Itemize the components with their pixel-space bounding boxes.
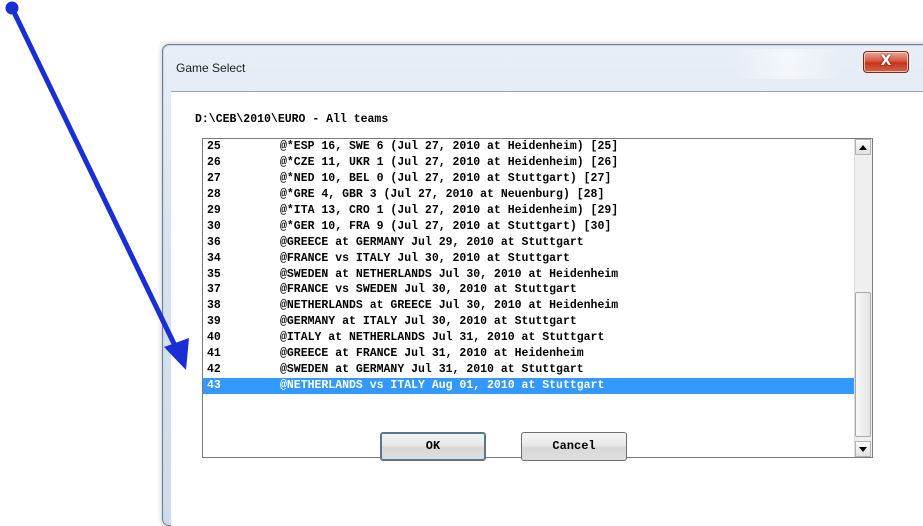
game-description: @*NED 10, BEL 0 (Jul 27, 2010 at Stuttga…: [280, 171, 612, 185]
list-item[interactable]: 39 @GERMANY at ITALY Jul 30, 2010 at Stut…: [203, 314, 855, 330]
game-number: 41: [207, 347, 221, 361]
annotation-arrow-line: [9, 5, 181, 355]
game-number: 28: [207, 187, 221, 201]
list-item[interactable]: 40 @ITALY at NETHERLANDS Jul 31, 2010 at …: [203, 330, 855, 346]
game-description: @*GER 10, FRA 9 (Jul 27, 2010 at Stuttga…: [280, 219, 612, 233]
game-number: 39: [207, 315, 221, 329]
arrow-up-icon: [859, 145, 867, 150]
path-label: D:\CEB\2010\EURO - All teams: [195, 113, 389, 126]
game-number: 37: [207, 283, 221, 297]
list-item[interactable]: 36 @GREECE at GERMANY Jul 29, 2010 at Stu…: [203, 235, 855, 251]
close-button[interactable]: X: [863, 51, 909, 73]
list-item[interactable]: 29 @*ITA 13, CRO 1 (Jul 27, 2010 at Heide…: [203, 203, 855, 219]
game-description: @GERMANY at ITALY Jul 30, 2010 at Stuttg…: [280, 315, 577, 329]
game-number: 25: [207, 140, 221, 153]
arrow-down-icon: [859, 447, 867, 452]
game-description: @*ITA 13, CRO 1 (Jul 27, 2010 at Heidenh…: [280, 203, 619, 217]
game-description: @*CZE 11, UKR 1 (Jul 27, 2010 at Heidenh…: [280, 155, 619, 169]
cancel-button[interactable]: Cancel: [521, 432, 627, 461]
game-description: @GREECE at FRANCE Jul 31, 2010 at Heiden…: [280, 347, 584, 361]
scroll-up-button[interactable]: [855, 139, 871, 155]
game-list: 25 @*ESP 16, SWE 6 (Jul 27, 2010 at Heide…: [203, 139, 855, 394]
game-number: 27: [207, 171, 221, 185]
game-number: 36: [207, 235, 221, 249]
list-item[interactable]: 28 @*GRE 4, GBR 3 (Jul 27, 2010 at Neuenb…: [203, 187, 855, 203]
game-description: @SWEDEN at NETHERLANDS Jul 30, 2010 at H…: [280, 267, 619, 281]
list-item[interactable]: 35 @SWEDEN at NETHERLANDS Jul 30, 2010 at…: [203, 267, 855, 283]
list-item[interactable]: 41 @GREECE at FRANCE Jul 31, 2010 at Heid…: [203, 346, 855, 362]
list-item[interactable]: 25 @*ESP 16, SWE 6 (Jul 27, 2010 at Heide…: [203, 139, 855, 155]
ok-button[interactable]: OK: [380, 432, 486, 461]
game-listbox[interactable]: 25 @*ESP 16, SWE 6 (Jul 27, 2010 at Heide…: [202, 138, 873, 458]
game-number: 38: [207, 299, 221, 313]
list-item[interactable]: 30 @*GER 10, FRA 9 (Jul 27, 2010 at Stutt…: [203, 219, 855, 235]
game-number: 34: [207, 251, 221, 265]
annotation-dot: [5, 1, 19, 15]
title-bar-glass: [733, 49, 843, 79]
list-item[interactable]: 34 @FRANCE vs ITALY Jul 30, 2010 at Stutt…: [203, 251, 855, 267]
close-icon: X: [880, 53, 892, 69]
game-description: @SWEDEN at GERMANY Jul 31, 2010 at Stutt…: [280, 363, 584, 377]
game-description: @GREECE at GERMANY Jul 29, 2010 at Stutt…: [280, 235, 584, 249]
list-item[interactable]: 38 @NETHERLANDS at GREECE Jul 30, 2010 at…: [203, 298, 855, 314]
game-number: 29: [207, 203, 221, 217]
game-description: @FRANCE vs SWEDEN Jul 30, 2010 at Stuttg…: [280, 283, 577, 297]
game-description: @ITALY at NETHERLANDS Jul 31, 2010 at St…: [280, 331, 605, 345]
scrollbar-thumb[interactable]: [855, 292, 871, 437]
game-select-dialog: Game Select X D:\CEB\2010\EURO - All tea…: [162, 44, 923, 526]
list-item[interactable]: 37 @FRANCE vs SWEDEN Jul 30, 2010 at Stut…: [203, 282, 855, 298]
vertical-scrollbar[interactable]: [854, 139, 872, 457]
scroll-down-button[interactable]: [855, 441, 871, 457]
list-item[interactable]: 26 @*CZE 11, UKR 1 (Jul 27, 2010 at Heide…: [203, 155, 855, 171]
game-number: 40: [207, 331, 221, 345]
list-item[interactable]: 27 @*NED 10, BEL 0 (Jul 27, 2010 at Stutt…: [203, 171, 855, 187]
title-bar[interactable]: Game Select X: [163, 45, 923, 91]
game-number: 35: [207, 267, 221, 281]
game-description: @*ESP 16, SWE 6 (Jul 27, 2010 at Heidenh…: [280, 140, 619, 153]
game-description: @NETHERLANDS vs ITALY Aug 01, 2010 at St…: [280, 379, 605, 393]
game-number: 26: [207, 155, 221, 169]
game-description: @*GRE 4, GBR 3 (Jul 27, 2010 at Neuenbur…: [280, 187, 605, 201]
window-title: Game Select: [176, 61, 246, 75]
game-number: 42: [207, 363, 221, 377]
list-item[interactable]: 43 @NETHERLANDS vs ITALY Aug 01, 2010 at …: [203, 378, 855, 394]
game-description: @NETHERLANDS at GREECE Jul 30, 2010 at H…: [280, 299, 619, 313]
game-number: 43: [207, 379, 221, 393]
game-number: 30: [207, 219, 221, 233]
list-item[interactable]: 42 @SWEDEN at GERMANY Jul 31, 2010 at Stu…: [203, 362, 855, 378]
game-description: @FRANCE vs ITALY Jul 30, 2010 at Stuttga…: [280, 251, 570, 265]
